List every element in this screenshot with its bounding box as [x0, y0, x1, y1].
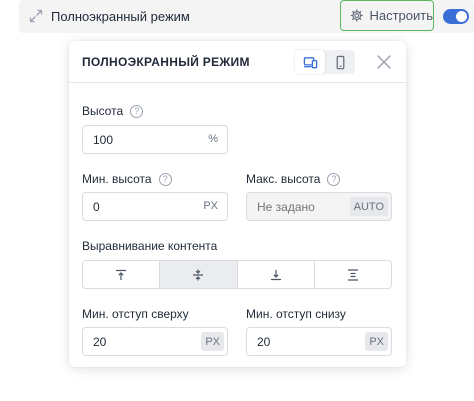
- align-stretch-icon: [347, 268, 358, 281]
- configure-label: Настроить: [369, 8, 433, 23]
- padding-bottom-label: Мин. отступ снизу: [246, 307, 346, 321]
- help-icon[interactable]: ?: [158, 172, 172, 186]
- height-field: %: [82, 125, 228, 154]
- desktop-device-button[interactable]: [295, 50, 325, 74]
- height-label: Высота ?: [82, 104, 144, 118]
- help-icon[interactable]: ?: [130, 104, 144, 118]
- align-top-icon: [116, 269, 127, 280]
- settings-panel: ПОЛНОЭКРАННЫЙ РЕЖИМ Высота ? 100 % Мин. …: [69, 41, 406, 367]
- fullscreen-setting-row: Полноэкранный режим Настроить: [19, 0, 474, 33]
- align-top-button[interactable]: [83, 261, 161, 288]
- page: Полноэкранный режим Настроить ПОЛНОЭКРАН…: [0, 0, 474, 401]
- help-icon[interactable]: ?: [327, 172, 341, 186]
- gear-icon: [350, 9, 363, 22]
- padding-bottom-field: PX: [246, 327, 392, 356]
- max-height-unit[interactable]: AUTO: [349, 197, 388, 216]
- min-height-label: Мин. высота ?: [82, 172, 172, 186]
- align-bottom-icon: [270, 269, 281, 280]
- padding-top-label-text: Мин. отступ сверху: [82, 307, 189, 321]
- alignment-button-group: [82, 260, 392, 289]
- fullscreen-toggle[interactable]: [443, 9, 469, 24]
- mobile-device-button[interactable]: [325, 50, 355, 74]
- padding-top-label: Мин. отступ сверху: [82, 307, 189, 321]
- min-height-unit: PX: [203, 200, 218, 212]
- alignment-label: Выравнивание контента: [82, 239, 217, 253]
- configure-button[interactable]: Настроить: [340, 0, 434, 31]
- expand-icon: [29, 9, 43, 23]
- setting-title: Полноэкранный режим: [51, 9, 190, 24]
- align-center-icon: [193, 269, 204, 280]
- max-height-label: Макс. высота ?: [246, 172, 341, 186]
- padding-bottom-label-text: Мин. отступ снизу: [246, 307, 346, 321]
- mobile-icon: [336, 55, 344, 69]
- min-height-field: PX: [82, 192, 228, 221]
- alignment-label-text: Выравнивание контента: [82, 239, 218, 253]
- min-height-label-text: Мин. высота: [82, 172, 152, 186]
- device-switch: [295, 50, 355, 74]
- panel-title: ПОЛНОЭКРАННЫЙ РЕЖИМ: [82, 55, 250, 69]
- close-icon[interactable]: [376, 54, 392, 70]
- max-height-field: AUTO: [246, 192, 392, 221]
- align-bottom-button[interactable]: [237, 261, 315, 288]
- align-stretch-button[interactable]: [314, 261, 391, 288]
- padding-bottom-unit[interactable]: PX: [365, 332, 388, 351]
- height-input[interactable]: [83, 132, 227, 147]
- toggle-knob: [456, 11, 467, 22]
- padding-top-unit[interactable]: PX: [201, 332, 224, 351]
- align-center-button[interactable]: [160, 261, 238, 288]
- desktop-icon: [303, 56, 317, 68]
- panel-header: ПОЛНОЭКРАННЫЙ РЕЖИМ: [69, 41, 406, 83]
- padding-top-field: PX: [82, 327, 228, 356]
- max-height-label-text: Макс. высота: [246, 172, 321, 186]
- height-unit: %: [208, 133, 218, 145]
- height-label-text: Высота: [82, 104, 124, 118]
